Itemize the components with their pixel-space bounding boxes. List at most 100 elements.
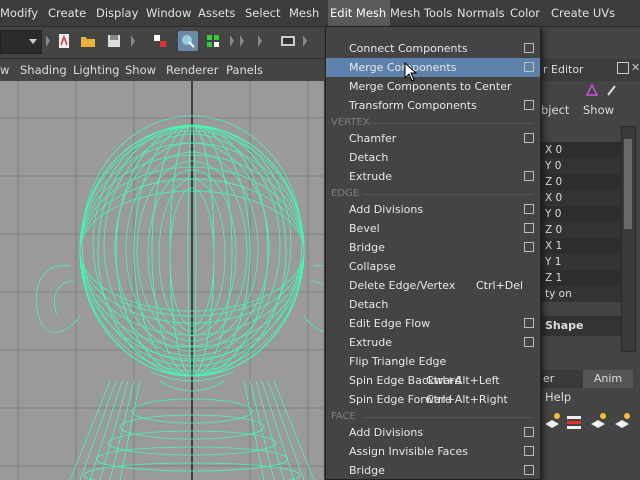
save-scene-icon[interactable] xyxy=(104,31,124,51)
channel-menu-show[interactable]: Show xyxy=(583,103,614,117)
menu-item-bridge[interactable]: Bridge xyxy=(326,461,540,480)
menu-item-chamfer[interactable]: Chamfer xyxy=(326,129,540,148)
menu-item-merge-components[interactable]: Merge Components xyxy=(326,58,540,77)
channel-attribute-row[interactable]: Y 0 xyxy=(541,206,621,222)
menu-item-extrude[interactable]: Extrude xyxy=(326,167,540,186)
toolbar-separator[interactable] xyxy=(258,35,263,49)
perspective-viewport[interactable] xyxy=(0,81,324,480)
menu-item-detach[interactable]: Detach xyxy=(326,148,540,167)
menu-item-delete-edge-vertex[interactable]: Delete Edge/Vertex Ctrl+Del xyxy=(326,276,540,295)
panel-menu-show[interactable]: Show xyxy=(125,59,156,81)
option-box-icon[interactable] xyxy=(524,427,534,437)
menu-item-transform-components[interactable]: Transform Components xyxy=(326,96,540,115)
tab-layer[interactable]: er xyxy=(541,370,583,388)
menu-mesh[interactable]: Mesh xyxy=(289,0,319,26)
float-panel-icon[interactable] xyxy=(617,62,629,74)
menu-item-flip-triangle-edge[interactable]: Flip Triangle Edge xyxy=(326,352,540,371)
channel-attribute-row[interactable]: ty on xyxy=(541,286,621,302)
menu-item-collapse[interactable]: Collapse xyxy=(326,257,540,276)
panel-menu-renderer[interactable]: Renderer xyxy=(166,59,219,81)
option-box-icon[interactable] xyxy=(524,62,534,72)
new-scene-icon[interactable] xyxy=(54,31,74,51)
option-box-icon[interactable] xyxy=(524,133,534,143)
panel-menu-lighting[interactable]: Lighting xyxy=(73,59,119,81)
chevron-down-icon xyxy=(29,39,37,44)
layer-stack-icon[interactable] xyxy=(565,412,583,433)
menu-normals[interactable]: Normals xyxy=(457,0,505,26)
render-view-icon[interactable] xyxy=(278,31,298,51)
panel-menu-shading[interactable]: Shading xyxy=(20,59,67,81)
new-empty-layer-icon[interactable] xyxy=(613,412,631,433)
tab-anim[interactable]: Anim xyxy=(583,370,633,388)
menu-mesh-tools[interactable]: Mesh Tools xyxy=(390,0,452,26)
new-layer-icon[interactable] xyxy=(543,412,561,433)
menu-item-label: Extrude xyxy=(349,170,393,183)
channel-box-scrollbar[interactable] xyxy=(621,126,636,352)
menu-item-bridge[interactable]: Bridge xyxy=(326,238,540,257)
menu-set-dropdown[interactable] xyxy=(0,30,42,54)
channel-attribute-row[interactable]: Z 1 xyxy=(541,270,621,286)
menu-item-assign-invisible-faces[interactable]: Assign Invisible Faces xyxy=(326,442,540,461)
option-box-icon[interactable] xyxy=(524,465,534,475)
channel-attribute-row[interactable]: X 1 xyxy=(541,238,621,254)
help-menu[interactable]: Help xyxy=(545,390,571,404)
panel-menu-panels[interactable]: Panels xyxy=(226,59,263,81)
menu-create-uvs[interactable]: Create UVs xyxy=(551,0,615,26)
menu-item-add-divisions[interactable]: Add Divisions xyxy=(326,200,540,219)
panel-menu-view[interactable]: w xyxy=(0,59,9,81)
channel-attribute-row[interactable]: Z 0 xyxy=(541,174,621,190)
channel-attribute-row[interactable]: Z 0 xyxy=(541,222,621,238)
menu-item-label: Edit Edge Flow xyxy=(349,317,431,330)
menu-display[interactable]: Display xyxy=(96,0,138,26)
option-box-icon[interactable] xyxy=(524,43,534,53)
menu-color[interactable]: Color xyxy=(510,0,540,26)
channel-attribute-row[interactable]: Y 1 xyxy=(541,254,621,270)
channel-attribute-row[interactable]: Y 0 xyxy=(541,158,621,174)
toolbar-separator[interactable] xyxy=(131,35,136,49)
menu-item-add-divisions[interactable]: Add Divisions xyxy=(326,423,540,442)
menu-window[interactable]: Window xyxy=(146,0,191,26)
menu-item-spin-edge-forward[interactable]: Spin Edge Forward Ctrl+Alt+Right xyxy=(326,390,540,409)
section-divider xyxy=(363,417,533,418)
option-box-icon[interactable] xyxy=(524,171,534,181)
scrollbar-thumb[interactable] xyxy=(624,139,632,229)
menu-item-label: Flip Triangle Edge xyxy=(349,355,447,368)
pick-icon[interactable] xyxy=(605,83,619,100)
option-box-icon[interactable] xyxy=(524,446,534,456)
menu-select[interactable]: Select xyxy=(245,0,280,26)
menu-assets[interactable]: Assets xyxy=(198,0,235,26)
menu-item-edit-edge-flow[interactable]: Edit Edge Flow xyxy=(326,314,540,333)
menu-edit-mesh[interactable]: Edit Mesh xyxy=(328,0,391,26)
option-box-icon[interactable] xyxy=(524,204,534,214)
option-box-icon[interactable] xyxy=(524,223,534,233)
menu-item-extrude[interactable]: Extrude xyxy=(326,333,540,352)
toolbar-separator[interactable] xyxy=(230,35,235,49)
option-box-icon[interactable] xyxy=(524,100,534,110)
menu-item-label: Transform Components xyxy=(349,99,477,112)
channel-menu-object[interactable]: bject xyxy=(541,103,569,117)
open-scene-icon[interactable] xyxy=(78,31,98,51)
menu-item-merge-components-to-center[interactable]: Merge Components to Center xyxy=(326,77,540,96)
toolbar-separator[interactable] xyxy=(240,35,245,49)
channel-attribute-row[interactable]: X 0 xyxy=(541,190,621,206)
menu-item-spin-edge-backward[interactable]: Spin Edge Backward Ctrl+Alt+Left xyxy=(326,371,540,390)
menu-create[interactable]: Create xyxy=(48,0,86,26)
menu-item-connect-components[interactable]: Connect Components xyxy=(326,39,540,58)
select-component-icon[interactable] xyxy=(203,31,223,51)
menu-item-bevel[interactable]: Bevel xyxy=(326,219,540,238)
axis-icon[interactable] xyxy=(585,83,599,100)
option-box-icon[interactable] xyxy=(524,337,534,347)
section-divider xyxy=(363,194,533,195)
menu-item-label: Add Divisions xyxy=(349,203,424,216)
menu-item-detach[interactable]: Detach xyxy=(326,295,540,314)
option-box-icon[interactable] xyxy=(524,318,534,328)
channel-attribute-row[interactable]: X 0 xyxy=(541,142,621,158)
close-icon[interactable]: ✕ xyxy=(631,61,640,74)
new-layer-selected-icon[interactable] xyxy=(589,412,607,433)
option-box-icon[interactable] xyxy=(524,242,534,252)
toolbar-separator[interactable] xyxy=(46,35,51,49)
select-object-icon[interactable] xyxy=(178,31,198,51)
select-hierarchy-icon[interactable] xyxy=(150,31,170,51)
menu-modify[interactable]: Modify xyxy=(0,0,38,26)
toolbar-separator[interactable] xyxy=(303,35,308,49)
